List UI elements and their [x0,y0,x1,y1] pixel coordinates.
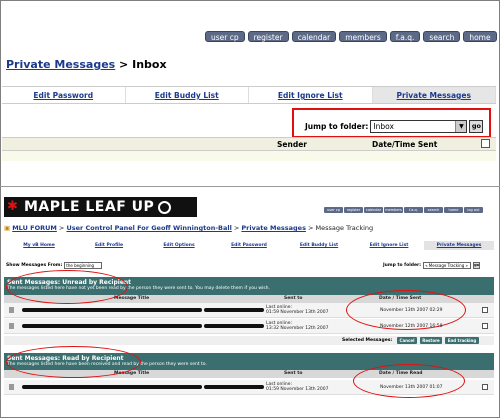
tab-edit-buddy-list-2[interactable]: Edit Buddy List [284,241,354,250]
nav2-log-out[interactable]: log out [464,207,483,213]
divider [0,186,500,187]
last-online-date: 01:59 November 13th 2007 [266,310,329,315]
breadcrumb-current: > Inbox [115,58,167,71]
nav2-register[interactable]: register [344,207,363,213]
breadcrumb-private-messages[interactable]: Private Messages [6,58,115,71]
breadcrumb-private-messages-2[interactable]: Private Messages [241,224,306,232]
row-checkbox[interactable] [482,323,488,329]
nav-search[interactable]: search [423,31,461,42]
tab-edit-options[interactable]: Edit Options [144,241,214,250]
jump-label-2: Jump to folder: [383,263,422,268]
tab-private-messages[interactable]: Private Messages [372,87,496,103]
message-icon [9,384,14,390]
row-checkbox[interactable] [482,307,488,313]
nav-home[interactable]: home [463,31,497,42]
selected-messages-bar: Selected Messages: Cancel Restore End tr… [4,336,494,345]
last-online-date: 01:59 November 13th 2007 [266,387,329,392]
inbox-table-header: Sender Date/Time Sent [2,137,496,151]
restore-button[interactable]: Restore [420,337,442,344]
tab-edit-profile[interactable]: Edit Profile [74,241,144,250]
redacted-recipient [204,308,264,312]
nav-faq[interactable]: f.a.q. [389,31,421,42]
nav-user-cp[interactable]: user cp [205,31,245,42]
end-tracking-button[interactable]: End tracking [445,337,479,344]
row-checkbox[interactable] [482,384,488,390]
logo-text: MAPLE LEAF UP [24,199,155,215]
redacted-recipient [204,385,264,389]
highlight-oval [346,290,466,330]
go-button[interactable]: go [469,120,484,133]
tab-private-messages-2[interactable]: Private Messages [424,241,494,250]
nav2-user-cp[interactable]: user cp [324,207,343,213]
col-sent-to[interactable]: Sent to [284,296,302,301]
tab-edit-buddy-list[interactable]: Edit Buddy List [126,87,249,103]
select-all-checkbox[interactable] [481,139,490,148]
highlight-oval [6,346,141,378]
sender-column-header[interactable]: Sender [277,140,307,149]
control-panel-tabs-2: My vB Home Edit Profile Edit Options Edi… [4,241,494,250]
nav2-calendar[interactable]: calendar [364,207,383,213]
nav-calendar[interactable]: calendar [291,31,337,42]
jump-to-folder: Jump to folder: Inbox ▼ go [305,120,484,133]
nav-members[interactable]: members [339,31,387,42]
tab-edit-password-2[interactable]: Edit Password [214,241,284,250]
top-navigation-2: user cp register calendar members f.a.q.… [324,207,483,213]
breadcrumb-user-cp[interactable]: User Control Panel For Geoff Winnington-… [66,224,231,232]
redacted-title [22,308,202,312]
col-sent-to[interactable]: Sent to [284,371,302,376]
chevron-down-icon: ▼ [455,121,467,132]
tab-my-vb-home[interactable]: My vB Home [4,241,74,250]
breadcrumb: Private Messages > Inbox [6,58,167,71]
control-panel-tabs: Edit Password Edit Buddy List Edit Ignor… [2,86,496,104]
breadcrumb-2: ▣ MLU FORUM > User Control Panel For Geo… [4,224,373,232]
show-messages-filter: Show Messages From: the beginning [6,262,103,269]
message-icon [9,307,14,313]
site-logo: ✱ MAPLE LEAF UP [4,197,197,217]
highlight-oval [353,364,465,398]
last-online: Last online: 01:59 November 13th 2007 [266,305,328,315]
tab-edit-password[interactable]: Edit Password [2,87,126,103]
redacted-title [22,385,202,389]
jump-label: Jump to folder: [305,122,369,131]
top-navigation: user cp register calendar members f.a.q.… [205,31,497,42]
highlight-oval [6,270,128,304]
folder-icon: ▣ [4,224,13,232]
selected-messages-label: Selected Messages: [342,338,393,343]
last-online: Last online: 01:59 November 13th 2007 [266,382,328,392]
folder-select-2[interactable]: « Message Tracking » [423,262,472,269]
message-icon [9,323,14,329]
tab-edit-ignore-list-2[interactable]: Edit Ignore List [354,241,424,250]
redacted-title [22,324,202,328]
breadcrumb-current-2: > Message Tracking [305,224,374,232]
nav2-home[interactable]: home [444,207,463,213]
table-row [2,151,496,161]
nav2-members[interactable]: members [384,207,403,213]
datetime-column-header[interactable]: Date/Time Sent [372,140,437,149]
nav2-search[interactable]: search [424,207,443,213]
breadcrumb-sep: > [56,224,67,232]
maple-leaf-icon: ✱ [7,199,19,214]
cancel-button[interactable]: Cancel [397,337,417,344]
go-button-2[interactable]: go [473,262,481,269]
nav-register[interactable]: register [247,31,289,42]
jump-to-folder-2: Jump to folder: « Message Tracking » go [383,262,481,269]
tab-edit-ignore-list[interactable]: Edit Ignore List [249,87,373,103]
folder-select-value: Inbox [373,122,394,131]
show-messages-select[interactable]: the beginning [64,262,103,269]
last-online-date: 13:32 November 12th 2007 [266,326,329,331]
breadcrumb-forum[interactable]: MLU FORUM [12,224,57,232]
arrow-circle-icon [158,200,172,214]
last-online: Last online: 13:32 November 12th 2007 [266,321,328,331]
show-messages-label: Show Messages From: [6,263,63,268]
folder-select[interactable]: Inbox ▼ [370,120,468,133]
redacted-recipient [204,324,264,328]
breadcrumb-sep: > [231,224,242,232]
col-message-title[interactable]: Message Title [114,296,149,301]
nav2-faq[interactable]: f.a.q. [404,207,423,213]
